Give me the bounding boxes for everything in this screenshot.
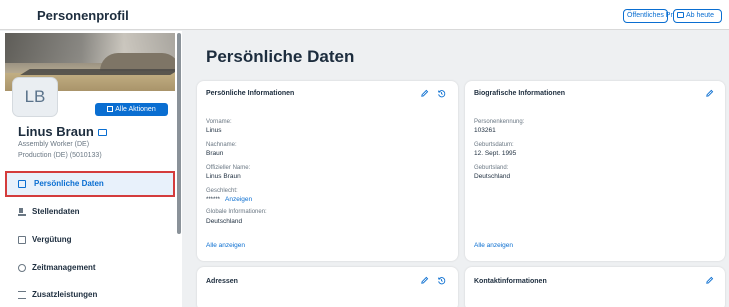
avatar[interactable]: LB	[12, 77, 58, 117]
biographic-info-card: Biografische Informationen Personenkennu…	[465, 81, 725, 261]
birth-date-label: Geburtsdatum:	[474, 142, 514, 148]
person-card-icon	[18, 180, 26, 188]
first-name-value: Linus	[206, 127, 222, 134]
global-info-label: Globale Informationen:	[206, 209, 267, 215]
person-id-value: 103261	[474, 127, 496, 134]
first-name-label: Vorname:	[206, 119, 232, 125]
pencil-icon[interactable]	[420, 276, 429, 285]
person-name: Linus Braun	[18, 124, 107, 139]
show-gender-link[interactable]: Anzeigen	[225, 196, 252, 203]
personal-info-card: Persönliche Informationen Vorname: Linus…	[197, 81, 458, 261]
last-name-value: Braun	[206, 150, 224, 157]
show-all-link[interactable]: Alle anzeigen	[474, 242, 513, 249]
all-actions-label: Alle Aktionen	[115, 106, 156, 113]
sidebar-item-label: Vergütung	[32, 235, 72, 244]
card-title: Kontaktinformationen	[474, 278, 547, 285]
page-title: Persönliche Daten	[206, 47, 355, 66]
birth-date-value: 12. Sept. 1995	[474, 150, 517, 157]
birth-country-value: Deutschland	[474, 173, 511, 180]
birth-country-label: Geburtsland:	[474, 165, 509, 171]
sidebar-scrollbar[interactable]	[177, 33, 181, 234]
official-name-value: Linus Braun	[206, 173, 241, 180]
sidebar-item-compensation[interactable]: Vergütung	[5, 227, 175, 253]
sidebar: LB Alle Aktionen Linus Braun Assembly Wo…	[0, 31, 182, 307]
show-all-link[interactable]: Alle anzeigen	[206, 242, 245, 249]
job-icon	[18, 208, 26, 216]
history-icon[interactable]	[437, 89, 446, 98]
pencil-icon[interactable]	[705, 276, 714, 285]
benefits-icon	[18, 291, 26, 299]
global-info-value: Deutschland	[206, 218, 243, 225]
sidebar-item-label: Zusatzleistungen	[32, 290, 98, 299]
contact-info-card: Kontaktinformationen	[465, 267, 725, 307]
all-actions-button[interactable]: Alle Aktionen	[95, 103, 168, 116]
last-name-label: Nachname:	[206, 142, 237, 148]
clock-icon	[18, 264, 26, 272]
as-of-today-button[interactable]: Ab heute	[673, 9, 722, 23]
history-icon[interactable]	[437, 276, 446, 285]
as-of-today-label: Ab heute	[686, 12, 715, 19]
addresses-card: Adressen	[197, 267, 458, 307]
money-icon	[18, 236, 26, 244]
top-bar: Personenprofil Öffentliches Profil Ab he…	[0, 0, 729, 30]
business-card-icon[interactable]	[97, 129, 107, 136]
official-name-label: Offizieller Name:	[206, 165, 251, 171]
sidebar-item-label: Persönliche Daten	[34, 179, 104, 188]
org-unit: Production (DE) (5010133)	[18, 152, 102, 159]
sidebar-item-benefits[interactable]: Zusatzleistungen	[5, 282, 175, 307]
app-title: Personenprofil	[37, 8, 129, 23]
card-title: Biografische Informationen	[474, 90, 566, 97]
job-title: Assembly Worker (DE)	[18, 141, 90, 148]
sidebar-item-job-data[interactable]: Stellendaten	[5, 199, 175, 225]
sidebar-item-label: Stellendaten	[32, 207, 80, 216]
gender-label: Geschlecht:	[206, 188, 238, 194]
card-title: Persönliche Informationen	[206, 90, 295, 97]
external-link-icon	[107, 106, 114, 112]
public-profile-button[interactable]: Öffentliches Profil	[623, 9, 682, 23]
sidebar-item-time-management[interactable]: Zeitmanagement	[5, 255, 175, 281]
pencil-icon[interactable]	[420, 89, 429, 98]
person-id-label: Personenkennung:	[474, 119, 525, 125]
sidebar-item-personal-data[interactable]: Persönliche Daten	[5, 171, 175, 197]
card-title: Adressen	[206, 278, 238, 285]
sidebar-item-label: Zeitmanagement	[32, 263, 96, 272]
calendar-icon	[677, 12, 684, 18]
gender-masked-value: ******	[206, 197, 221, 203]
pencil-icon[interactable]	[705, 89, 714, 98]
